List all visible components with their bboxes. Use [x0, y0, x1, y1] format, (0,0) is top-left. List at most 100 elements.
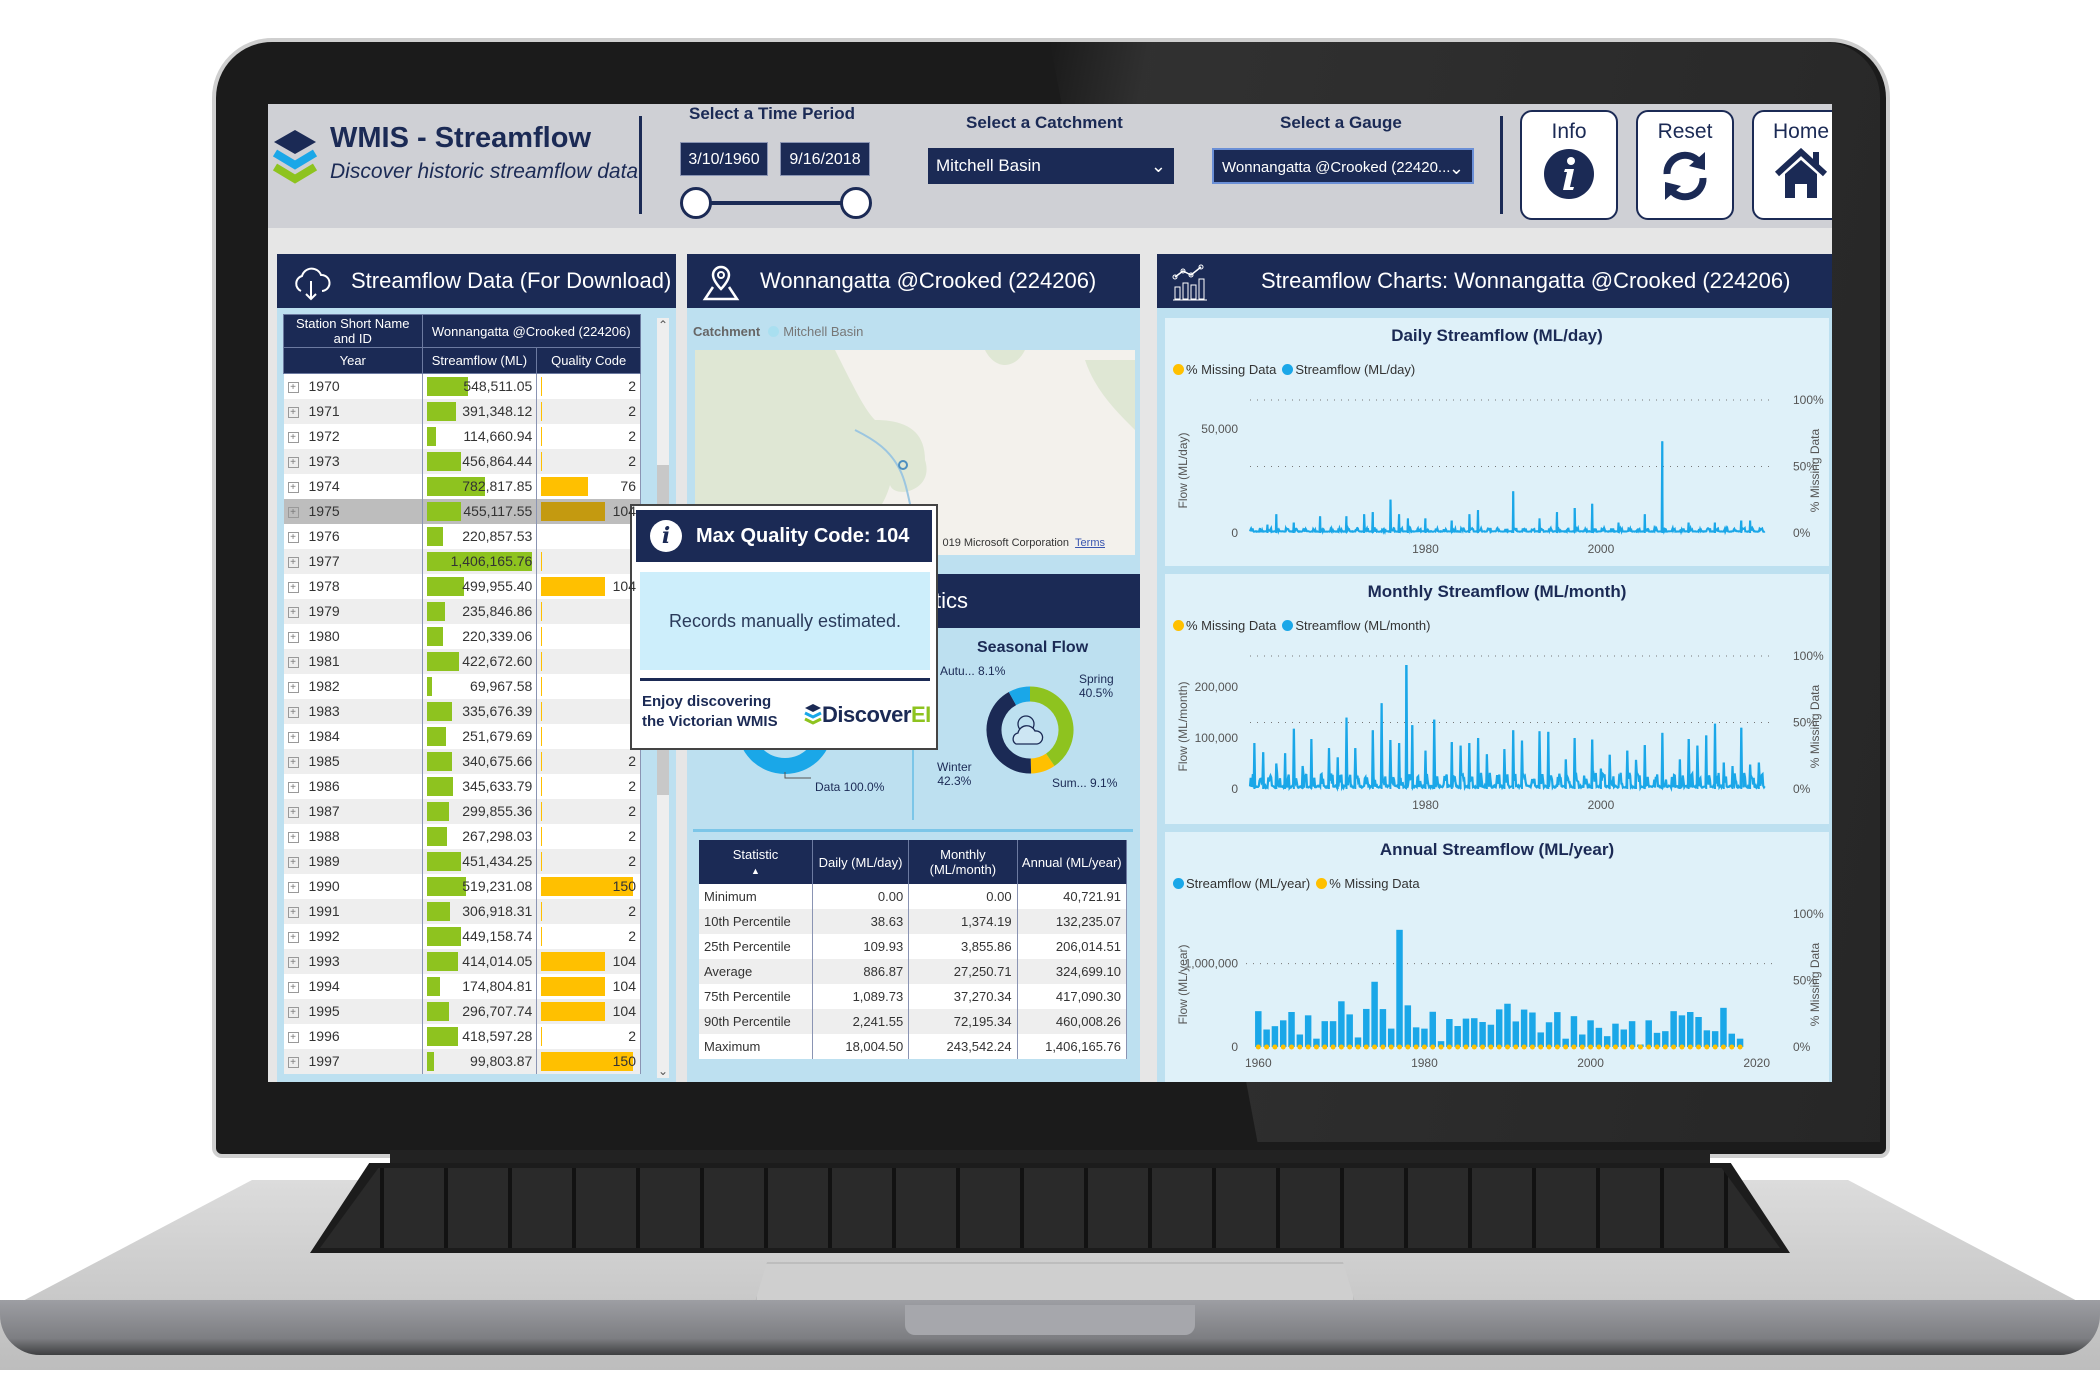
col-daily[interactable]: Daily (ML/day) [812, 840, 910, 884]
expand-icon[interactable]: + [287, 956, 299, 968]
quality-cell[interactable]: 2 [536, 1023, 641, 1049]
table-row[interactable]: +1981 422,672.60 [283, 648, 641, 674]
chart-plot[interactable]: 0%50%100%050,0001980 2000Flow (ML/day)% M… [1165, 388, 1829, 568]
table-row[interactable]: +1994 174,804.81 104 [283, 973, 641, 999]
year-cell[interactable]: +1992 [283, 923, 423, 949]
table-row[interactable]: +1988 267,298.03 2 [283, 823, 641, 849]
year-cell[interactable]: +1997 [283, 1048, 423, 1074]
quality-cell[interactable]: 2 [536, 773, 641, 799]
table-row[interactable]: +1991 306,918.31 2 [283, 898, 641, 924]
col-annual[interactable]: Annual (ML/year) [1017, 840, 1128, 884]
quality-cell[interactable] [536, 548, 641, 574]
expand-icon[interactable]: + [287, 831, 299, 843]
year-cell[interactable]: +1973 [283, 448, 423, 474]
expand-icon[interactable]: + [287, 931, 299, 943]
year-cell[interactable]: +1984 [283, 723, 423, 749]
quality-cell[interactable]: 2 [536, 423, 641, 449]
expand-icon[interactable]: + [287, 906, 299, 918]
expand-icon[interactable]: + [287, 681, 299, 693]
table-row[interactable]: +1977 1,406,165.76 [283, 548, 641, 574]
quality-cell[interactable]: 104 [536, 573, 641, 599]
expand-icon[interactable]: + [287, 1006, 299, 1018]
info-button[interactable]: Info [1520, 110, 1618, 220]
end-date-input[interactable]: 9/16/2018 [780, 142, 870, 176]
expand-icon[interactable]: + [287, 706, 299, 718]
start-date-input[interactable]: 3/10/1960 [680, 142, 768, 176]
quality-cell[interactable]: 104 [536, 498, 641, 524]
table-row[interactable]: +1975 455,117.55 104 [283, 498, 641, 524]
year-cell[interactable]: +1979 [283, 598, 423, 624]
scroll-up-icon[interactable]: ⌃ [657, 318, 669, 332]
table-row[interactable]: +1990 519,231.08 150 [283, 873, 641, 899]
quality-cell[interactable]: 2 [536, 398, 641, 424]
year-cell[interactable]: +1976 [283, 523, 423, 549]
expand-icon[interactable]: + [287, 731, 299, 743]
expand-icon[interactable]: + [287, 556, 299, 568]
year-cell[interactable]: +1993 [283, 948, 423, 974]
terms-link[interactable]: Terms [1075, 537, 1105, 549]
quality-cell[interactable]: 150 [536, 1048, 641, 1074]
expand-icon[interactable]: + [287, 856, 299, 868]
table-row[interactable]: +1987 299,855.36 2 [283, 798, 641, 824]
table-row[interactable]: +1970 548,511.05 2 [283, 373, 641, 399]
reset-button[interactable]: Reset [1636, 110, 1734, 220]
expand-icon[interactable]: + [287, 631, 299, 643]
expand-icon[interactable]: + [287, 531, 299, 543]
quality-cell[interactable]: 76 [536, 473, 641, 499]
expand-icon[interactable]: + [287, 1031, 299, 1043]
legend-item[interactable]: % Missing Data [1173, 618, 1276, 633]
quality-cell[interactable]: 104 [536, 998, 641, 1024]
legend-item[interactable]: % Missing Data [1316, 876, 1420, 891]
table-row[interactable]: +1979 235,846.86 [283, 598, 641, 624]
table-row[interactable]: +1995 296,707.74 104 [283, 998, 641, 1024]
col-statistic[interactable]: Statistic ▲ [699, 840, 813, 884]
table-row[interactable]: +1985 340,675.66 2 [283, 748, 641, 774]
legend-item[interactable]: % Missing Data [1173, 362, 1276, 377]
chart-plot[interactable]: 0%50%100%0100,000200,0001980 2000Flow (ML… [1165, 644, 1829, 824]
col-quality[interactable]: Quality Code [536, 347, 641, 374]
table-row[interactable]: +1992 449,158.74 2 [283, 923, 641, 949]
year-cell[interactable]: +1988 [283, 823, 423, 849]
table-row[interactable]: +1983 335,676.39 [283, 698, 641, 724]
quality-cell[interactable] [536, 673, 641, 699]
quality-cell[interactable]: 104 [536, 973, 641, 999]
table-row[interactable]: +1976 220,857.53 [283, 523, 641, 549]
year-cell[interactable]: +1975 [283, 498, 423, 524]
expand-icon[interactable]: + [287, 781, 299, 793]
home-button[interactable]: Home [1752, 110, 1832, 220]
quality-cell[interactable] [536, 723, 641, 749]
expand-icon[interactable]: + [287, 981, 299, 993]
quality-cell[interactable]: 2 [536, 448, 641, 474]
year-cell[interactable]: +1991 [283, 898, 423, 924]
year-cell[interactable]: +1987 [283, 798, 423, 824]
quality-cell[interactable]: 2 [536, 823, 641, 849]
year-cell[interactable]: +1986 [283, 773, 423, 799]
quality-cell[interactable]: 2 [536, 373, 641, 399]
table-row[interactable]: +1986 345,633.79 2 [283, 773, 641, 799]
quality-cell[interactable] [536, 623, 641, 649]
time-slider-end-handle[interactable] [840, 187, 872, 219]
table-row[interactable]: +1978 499,955.40 104 [283, 573, 641, 599]
expand-icon[interactable]: + [287, 406, 299, 418]
year-cell[interactable]: +1985 [283, 748, 423, 774]
year-cell[interactable]: +1977 [283, 548, 423, 574]
scroll-down-icon[interactable]: ⌄ [657, 1064, 669, 1078]
legend-item[interactable]: Streamflow (ML/day) [1282, 362, 1415, 377]
year-cell[interactable]: +1995 [283, 998, 423, 1024]
expand-icon[interactable]: + [287, 506, 299, 518]
gauge-dropdown[interactable]: Wonnangatta @Crooked (22420... ⌄ [1212, 148, 1474, 184]
year-cell[interactable]: +1989 [283, 848, 423, 874]
year-cell[interactable]: +1974 [283, 473, 423, 499]
quality-cell[interactable] [536, 648, 641, 674]
year-cell[interactable]: +1982 [283, 673, 423, 699]
table-row[interactable]: +1973 456,864.44 2 [283, 448, 641, 474]
expand-icon[interactable]: + [287, 656, 299, 668]
table-row[interactable]: +1971 391,348.12 2 [283, 398, 641, 424]
time-slider-start-handle[interactable] [680, 187, 712, 219]
year-cell[interactable]: +1970 [283, 373, 423, 399]
expand-icon[interactable]: + [287, 756, 299, 768]
quality-cell[interactable]: 150 [536, 873, 641, 899]
quality-cell[interactable]: 2 [536, 848, 641, 874]
year-cell[interactable]: +1983 [283, 698, 423, 724]
expand-icon[interactable]: + [287, 806, 299, 818]
